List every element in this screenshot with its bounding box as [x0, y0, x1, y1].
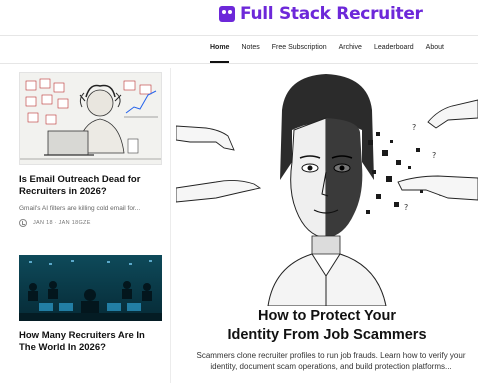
featured-title-line-2: Identity From Job Scammers	[227, 327, 427, 343]
dark-server-room-illustration	[19, 255, 162, 321]
main-nav: Home Notes Free Subscription Archive Lea…	[210, 41, 456, 63]
post-meta: JAN 18 · JAN 18GZE	[19, 219, 162, 227]
author-avatar-icon	[19, 219, 27, 227]
featured-post-title[interactable]: How to Protect Your Identity From Job Sc…	[176, 307, 478, 345]
svg-text:?: ?	[432, 151, 436, 160]
nav-item-about[interactable]: About	[426, 41, 444, 63]
post-subtitle: Gmail's AI filters are killing cold emai…	[19, 205, 141, 212]
nav-item-home[interactable]: Home	[210, 41, 230, 63]
column-divider	[170, 68, 171, 383]
sidebar-post-card[interactable]: Is Email Outreach Dead for Recruiters in…	[19, 72, 162, 227]
half-face-disintegrating-sketch: ? ? ? ?	[176, 70, 478, 306]
stressed-recruiter-sketch-image	[20, 73, 161, 164]
nav-item-leaderboard[interactable]: Leaderboard	[374, 41, 414, 63]
brand-name: Full Stack Recruiter	[240, 4, 423, 24]
nav-item-archive[interactable]: Archive	[339, 41, 362, 63]
post-title[interactable]: Is Email Outreach Dead for Recruiters in…	[19, 174, 162, 198]
ghost-logo-icon	[219, 6, 235, 22]
featured-post-image[interactable]: ? ? ? ?	[176, 70, 478, 306]
svg-text:?: ?	[404, 203, 408, 212]
nav-item-free-subscription[interactable]: Free Subscription	[272, 41, 327, 63]
post-title[interactable]: How Many Recruiters Are In The World In …	[19, 330, 162, 354]
post-date: JAN 18 · JAN 18GZE	[33, 220, 91, 226]
featured-title-line-1: How to Protect Your	[257, 308, 397, 324]
featured-post-subtitle: Scammers clone recruiter profiles to run…	[196, 351, 466, 371]
nav-divider	[0, 63, 478, 64]
nav-item-notes[interactable]: Notes	[241, 41, 259, 63]
post-thumbnail[interactable]	[19, 72, 162, 165]
svg-text:?: ?	[412, 123, 416, 132]
sidebar-post-card[interactable]: How Many Recruiters Are In The World In …	[19, 255, 162, 354]
post-thumbnail[interactable]	[19, 255, 162, 321]
brand-link[interactable]: Full Stack Recruiter	[219, 3, 423, 25]
site-header: Full Stack Recruiter	[0, 0, 478, 36]
